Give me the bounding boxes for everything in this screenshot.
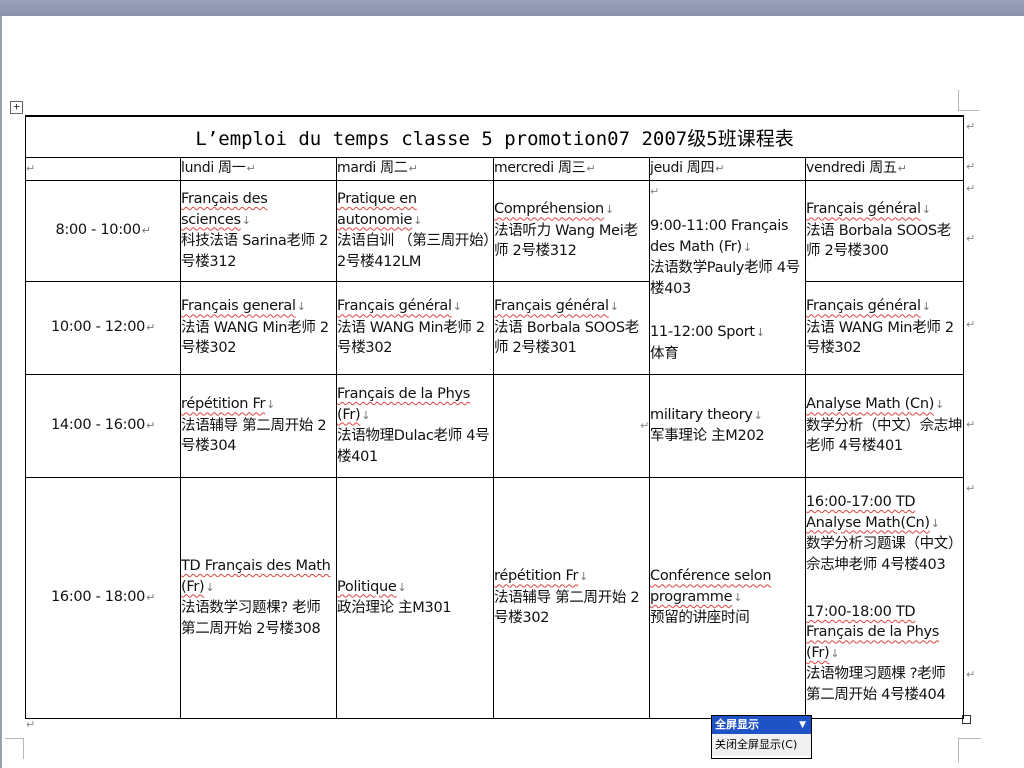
jeudi-empty-line[interactable]: ↵	[650, 181, 805, 203]
course-cell[interactable]: Politique↓ 政治理论 主M301	[336, 476, 494, 719]
schedule-title[interactable]: L’emploi du temps classe 5 promotion07 2…	[24, 115, 965, 158]
header-lundi[interactable]: lundi 周一↵	[180, 157, 337, 181]
row-16-18: 16:00 - 18:00↵ TD Français des Math (Fr)…	[25, 476, 965, 719]
course-cell[interactable]: 16:00-17:00 TD Analyse Math(Cn)↓ 数学分析习题课（…	[806, 478, 963, 590]
crop-mark-bottom-right	[958, 738, 981, 763]
paragraph-mark: ↵	[966, 482, 976, 495]
course-cell[interactable]: Compréhension↓ 法语听力 Wang Mei老师 2号楼312	[493, 179, 650, 282]
course-cell[interactable]: Français de la Phys (Fr)↓ 法语物理Dulac老师 4号楼…	[336, 373, 494, 478]
time-cell[interactable]: 8:00 - 10:00↵	[25, 179, 181, 282]
course-cell[interactable]: 9:00-11:00 Français des Math (Fr)↓ 法语数学Pa…	[650, 202, 805, 313]
course-cell[interactable]: Français général↓ 法语 Borbala SOOS老师 2号楼30…	[804, 179, 965, 282]
close-fullscreen-button[interactable]: 关闭全屏显示(C)	[712, 734, 811, 756]
paragraph-mark: ↵	[966, 160, 976, 173]
course-cell[interactable]: 11-12:00 Sport↓ 体育	[650, 313, 805, 374]
paragraph-mark: ↵	[966, 120, 976, 133]
course-cell[interactable]: Pratique en autonomie↓ 法语自训 （第三周开始）2号楼412…	[336, 179, 494, 282]
course-cell[interactable]: Conférence selon programme↓ 预留的讲座时间	[649, 476, 806, 719]
course-cell[interactable]: répétition Fr↓ 法语辅导 第二周开始 2号楼304	[180, 373, 337, 478]
row-10-12: 10:00 - 12:00↵ Français general↓ 法语 WANG …	[25, 280, 965, 375]
course-cell[interactable]: Français general↓ 法语 WANG Min老师 2号楼302	[180, 280, 337, 375]
paragraph-mark: ↵	[966, 318, 976, 331]
header-corner[interactable]: ↵	[25, 157, 181, 181]
course-cell[interactable]: Français des sciences↓ 科技法语 Sarina老师 2号楼3…	[180, 179, 337, 282]
header-jeudi[interactable]: jeudi 周四↵	[649, 157, 806, 181]
window-title-bar	[0, 0, 1024, 16]
row-8-10: 8:00 - 10:00↵ Français des sciences↓ 科技法语…	[25, 179, 965, 375]
header-mercredi[interactable]: mercredi 周三↵	[493, 157, 650, 181]
time-cell[interactable]: 10:00 - 12:00↵	[25, 280, 181, 375]
course-cell-empty[interactable]: ↵	[493, 373, 650, 478]
course-cell[interactable]: military theory↓ 军事理论 主M202	[649, 373, 806, 478]
crop-mark-bottom-left	[5, 738, 24, 759]
header-mardi[interactable]: mardi 周二↵	[336, 157, 494, 181]
paragraph-mark: ↵	[966, 232, 976, 245]
paragraph-mark: ↵	[26, 718, 36, 731]
time-cell[interactable]: 14:00 - 16:00↵	[25, 373, 181, 478]
paragraph-mark: ↵	[966, 418, 976, 431]
fullscreen-toolbar-title[interactable]: 全屏显示 ▼	[712, 716, 811, 734]
header-vendredi[interactable]: vendredi 周五↵	[804, 157, 965, 181]
course-cell[interactable]: Français général↓ 法语 WANG Min老师 2号楼302	[336, 280, 494, 375]
course-cell[interactable]: Français général↓ 法语 Borbala SOOS老师 2号楼30…	[493, 280, 650, 375]
dropdown-arrow-icon[interactable]: ▼	[799, 716, 806, 734]
course-cell[interactable]: Français général↓ 法语 WANG Min老师 2号楼302	[804, 280, 965, 375]
jeudi-morning-cell: ↵ 9:00-11:00 Français des Math (Fr)↓ 法语数学…	[649, 179, 806, 375]
vendredi-afternoon-cell: 16:00-17:00 TD Analyse Math(Cn)↓ 数学分析习题课（…	[804, 476, 965, 719]
paragraph-mark: ↵	[966, 668, 976, 681]
course-cell[interactable]: répétition Fr↓ 法语辅导 第二周开始 2号楼302	[493, 476, 650, 719]
schedule-table: L’emploi du temps classe 5 promotion07 2…	[24, 115, 965, 719]
course-cell[interactable]: 17:00-18:00 TD Français de la Phys (Fr)↓…	[806, 590, 963, 718]
table-move-handle-icon[interactable]: +	[10, 101, 23, 114]
time-cell[interactable]: 16:00 - 18:00↵	[25, 476, 181, 719]
course-cell[interactable]: Analyse Math (Cn)↓ 数学分析（中文）佘志坤老师 4号楼401	[804, 373, 965, 478]
fullscreen-toolbar[interactable]: 全屏显示 ▼ 关闭全屏显示(C)	[711, 715, 812, 759]
crop-mark-top-right	[958, 90, 979, 111]
paragraph-mark: ↵	[966, 182, 976, 195]
course-cell[interactable]: TD Français des Math (Fr)↓ 法语数学习题棵? 老师 第二…	[180, 476, 337, 719]
header-row: ↵ lundi 周一↵ mardi 周二↵ mercredi 周三↵ jeudi…	[25, 157, 965, 181]
row-14-16: 14:00 - 16:00↵ répétition Fr↓ 法语辅导 第二周开始 …	[25, 373, 965, 478]
window-left-edge	[0, 16, 2, 768]
